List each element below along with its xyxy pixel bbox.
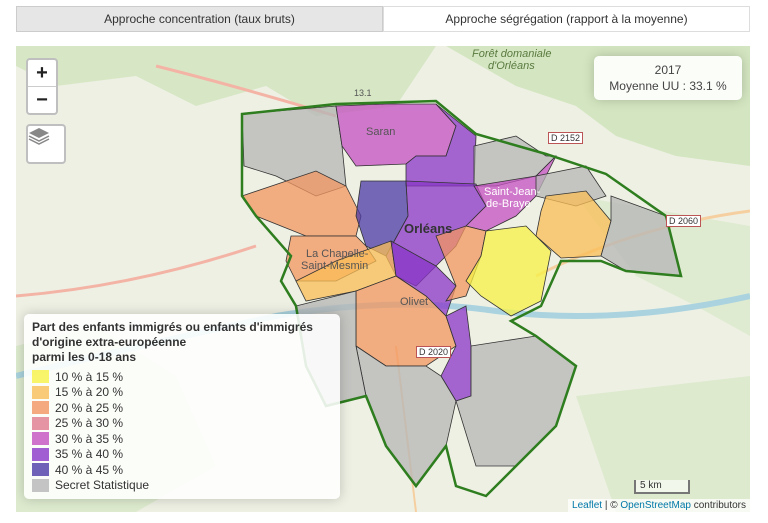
layers-icon: [28, 128, 50, 145]
legend-label: 35 % à 40 %: [55, 447, 124, 462]
legend-item: 15 % à 20 %: [32, 385, 332, 401]
legend-swatch: [32, 478, 49, 492]
legend-swatch: [32, 463, 49, 477]
zoom-in-button[interactable]: +: [28, 60, 56, 87]
label-olivet: Olivet: [400, 296, 429, 308]
tab-bar: Approche concentration (taux bruts) Appr…: [16, 6, 750, 32]
legend-swatch: [32, 416, 49, 430]
label-foret-1: Forêt domaniale: [472, 48, 552, 60]
legend-item: Secret Statistique: [32, 478, 332, 494]
legend-title-line3: parmi les 0-18 ans: [32, 350, 137, 364]
legend-title-line2: d'origine extra-européenne: [32, 335, 187, 349]
legend-title: Part des enfants immigrés ou enfants d'i…: [32, 320, 332, 365]
legend-label: 30 % à 35 %: [55, 431, 124, 446]
label-foret-2: d'Orléans: [488, 60, 535, 72]
osm-link[interactable]: OpenStreetMap: [620, 500, 691, 511]
legend-title-line1: Part des enfants immigrés ou enfants d'i…: [32, 320, 313, 334]
info-average: Moyenne UU : 33.1 %: [609, 79, 727, 93]
tab-concentration[interactable]: Approche concentration (taux bruts): [16, 6, 383, 32]
road-d2060: D 2060: [666, 215, 702, 227]
road-d2020: D 2020: [416, 346, 452, 358]
zoom-out-button[interactable]: −: [28, 87, 56, 113]
legend-label: 10 % à 15 %: [55, 369, 124, 384]
legend-item: 20 % à 25 %: [32, 400, 332, 416]
scale-bar: 5 km: [634, 480, 690, 494]
legend-item: 10 % à 15 %: [32, 369, 332, 385]
info-box: 2017 Moyenne UU : 33.1 %: [594, 56, 742, 100]
legend-item: 25 % à 30 %: [32, 416, 332, 432]
label-la-chapelle-1: La Chapelle-: [306, 248, 369, 260]
attribution: Leaflet | © OpenStreetMap contributors: [568, 499, 750, 512]
legend-item: 30 % à 35 %: [32, 431, 332, 447]
layers-button[interactable]: [26, 124, 66, 164]
legend-swatch: [32, 401, 49, 415]
attribution-contributors: contributors: [690, 500, 746, 511]
zoom-control: + −: [26, 58, 58, 115]
label-orleans: Orléans: [404, 221, 453, 236]
legend-item: 40 % à 45 %: [32, 462, 332, 478]
legend-label: 40 % à 45 %: [55, 462, 124, 477]
road-n: 13.1: [354, 88, 372, 98]
road-d2152: D 2152: [548, 132, 584, 144]
legend-label: 20 % à 25 %: [55, 400, 124, 415]
tab-segregation[interactable]: Approche ségrégation (rapport à la moyen…: [383, 6, 750, 32]
legend-swatch: [32, 385, 49, 399]
legend-item: 35 % à 40 %: [32, 447, 332, 463]
label-saran: Saran: [366, 126, 396, 138]
legend-swatch: [32, 432, 49, 446]
legend-label: 15 % à 20 %: [55, 385, 124, 400]
legend-label: 25 % à 30 %: [55, 416, 124, 431]
info-year: 2017: [654, 63, 682, 77]
label-la-chapelle-2: Saint-Mesmin: [301, 260, 369, 272]
legend-label: Secret Statistique: [55, 478, 150, 493]
legend-swatch: [32, 447, 49, 461]
leaflet-link[interactable]: Leaflet: [572, 500, 602, 511]
label-saint-jean-2: de-Braye: [486, 198, 531, 210]
legend: Part des enfants immigrés ou enfants d'i…: [24, 314, 340, 499]
attribution-sep: | ©: [602, 500, 621, 511]
label-saint-jean-1: Saint-Jean-: [484, 186, 541, 198]
map-container[interactable]: Saran Orléans La Chapelle- Saint-Mesmin …: [16, 46, 750, 512]
legend-swatch: [32, 370, 49, 384]
